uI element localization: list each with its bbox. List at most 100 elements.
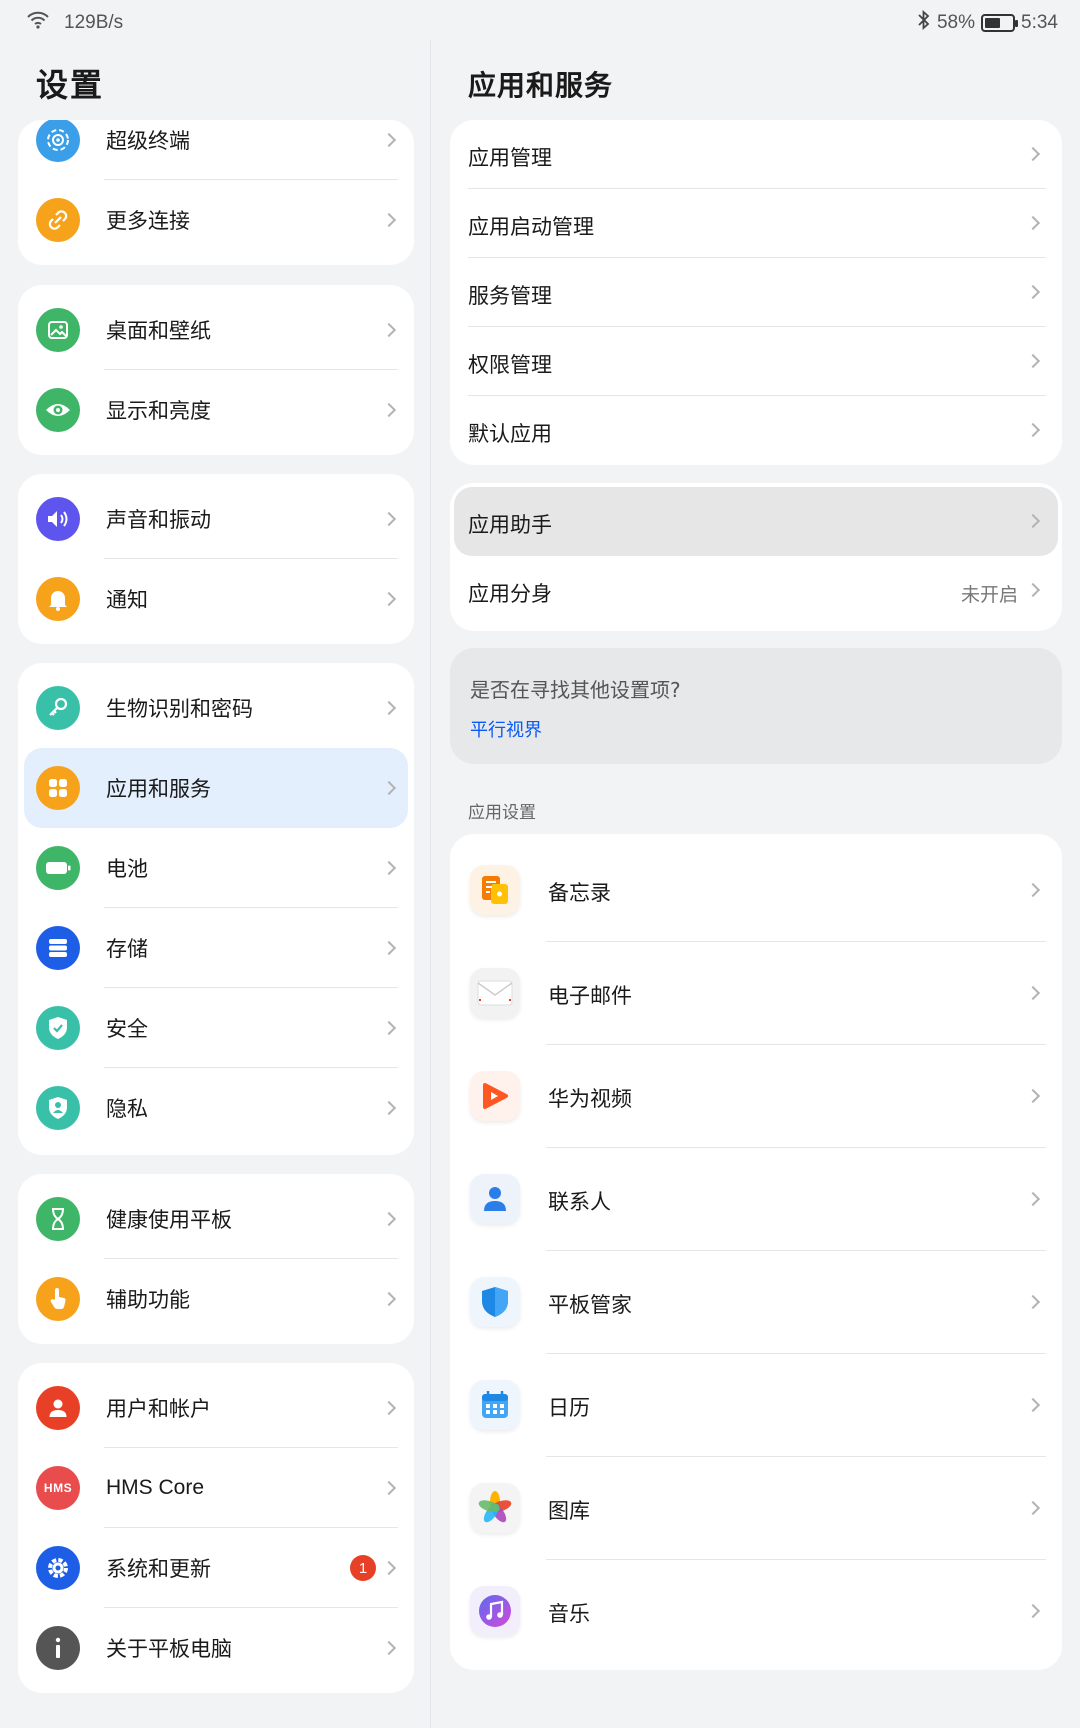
chevron-right-icon — [1025, 215, 1041, 231]
settings-group: 健康使用平板 辅助功能 — [18, 1174, 414, 1344]
speaker-icon — [36, 497, 80, 541]
app-twin-status: 未开启 — [960, 584, 1018, 606]
app-item-label: 联系人 — [548, 1190, 611, 1214]
chevron-right-icon — [381, 1400, 397, 1416]
hand-icon — [36, 1277, 80, 1321]
calendar-icon — [470, 1380, 520, 1430]
sidebar-item-system-update[interactable]: 系统和更新 1 — [18, 1528, 414, 1608]
tablet-manager-icon — [470, 1277, 520, 1327]
sidebar-item-display[interactable]: 显示和亮度 — [18, 370, 414, 450]
menu-item-app-management[interactable]: 应用管理 — [450, 120, 1062, 189]
menu-item-label: 服务管理 — [468, 284, 552, 308]
chevron-right-icon — [381, 1640, 397, 1656]
sidebar-item-sound[interactable]: 声音和振动 — [18, 479, 414, 559]
gallery-icon — [470, 1483, 520, 1533]
app-management-group: 应用管理 应用启动管理 服务管理 权限管理 默认应用 — [450, 120, 1062, 465]
app-item-label: 音乐 — [548, 1602, 590, 1626]
chevron-right-icon — [1025, 422, 1041, 438]
menu-item-service-management[interactable]: 服务管理 — [450, 258, 1062, 327]
chevron-right-icon — [1025, 1294, 1041, 1310]
user-icon — [36, 1386, 80, 1430]
sidebar-item-notifications[interactable]: 通知 — [18, 559, 414, 639]
menu-item-label: 应用管理 — [468, 146, 552, 170]
chevron-right-icon — [381, 700, 397, 716]
sidebar-item-accessibility[interactable]: 辅助功能 — [18, 1259, 414, 1339]
search-suggestion-card: 是否在寻找其他设置项? 平行视界 — [450, 648, 1062, 764]
chevron-right-icon — [381, 591, 397, 607]
sidebar-item-users[interactable]: 用户和帐户 — [18, 1368, 414, 1448]
settings-group: 声音和振动 通知 — [18, 474, 414, 644]
sidebar-item-apps-services[interactable]: 应用和服务 — [24, 748, 408, 828]
sidebar-item-label: 显示和亮度 — [106, 399, 211, 423]
sidebar-item-label: 通知 — [106, 588, 148, 612]
sidebar-item-label: 隐私 — [106, 1097, 148, 1121]
sidebar-item-digital-balance[interactable]: 健康使用平板 — [18, 1179, 414, 1259]
sidebar-item-biometrics[interactable]: 生物识别和密码 — [18, 668, 414, 748]
chevron-right-icon — [1025, 284, 1041, 300]
chevron-right-icon — [381, 1560, 397, 1576]
menu-item-label: 应用分身 — [468, 582, 552, 606]
chevron-right-icon — [381, 1291, 397, 1307]
bluetooth-icon — [917, 9, 931, 36]
notepad-icon — [470, 865, 520, 915]
sidebar-item-more-connections[interactable]: 更多连接 — [18, 180, 414, 260]
sidebar-item-label: 用户和帐户 — [106, 1397, 211, 1421]
sidebar-item-label: 超级终端 — [106, 129, 190, 153]
sidebar-item-label: 安全 — [106, 1017, 148, 1041]
sidebar-item-label: 桌面和壁纸 — [106, 319, 211, 343]
parallel-view-link[interactable]: 平行视界 — [470, 716, 542, 742]
chevron-right-icon — [1025, 513, 1041, 529]
chevron-right-icon — [1025, 353, 1041, 369]
sidebar-item-label: 存储 — [106, 937, 148, 961]
app-item-email[interactable]: 电子邮件 — [450, 942, 1062, 1045]
music-icon — [470, 1586, 520, 1636]
chevron-right-icon — [381, 212, 397, 228]
status-bar: 129B/s 58% 5:34 — [0, 0, 1080, 40]
sidebar-item-about[interactable]: 关于平板电脑 — [18, 1608, 414, 1688]
sidebar-item-privacy[interactable]: 隐私 — [18, 1068, 414, 1148]
sidebar-item-wallpaper[interactable]: 桌面和壁纸 — [18, 290, 414, 370]
menu-item-app-launch[interactable]: 应用启动管理 — [450, 189, 1062, 258]
chevron-right-icon — [1025, 582, 1041, 598]
app-item-label: 华为视频 — [548, 1087, 632, 1111]
settings-group: 超级终端 更多连接 — [18, 120, 414, 265]
chevron-right-icon — [381, 132, 397, 148]
chevron-right-icon — [381, 322, 397, 338]
sidebar-item-security[interactable]: 安全 — [18, 988, 414, 1068]
sidebar-item-label: 更多连接 — [106, 209, 190, 233]
app-item-contacts[interactable]: 联系人 — [450, 1148, 1062, 1251]
section-header: 应用设置 — [468, 803, 536, 823]
menu-item-app-assistant[interactable]: 应用助手 — [454, 487, 1058, 556]
sidebar-item-super-device[interactable]: 超级终端 — [18, 120, 414, 180]
menu-item-label: 默认应用 — [468, 422, 552, 446]
link-icon — [36, 198, 80, 242]
sidebar-item-hms-core[interactable]: HMS HMS Core — [18, 1448, 414, 1528]
sidebar-item-battery[interactable]: 电池 — [18, 828, 414, 908]
super-device-icon — [36, 120, 80, 162]
chevron-right-icon — [1025, 1603, 1041, 1619]
app-item-gallery[interactable]: 图库 — [450, 1457, 1062, 1560]
battery-icon — [36, 846, 80, 890]
chevron-right-icon — [381, 1480, 397, 1496]
app-item-huawei-video[interactable]: 华为视频 — [450, 1045, 1062, 1148]
chevron-right-icon — [1025, 146, 1041, 162]
menu-item-app-twin[interactable]: 应用分身 未开启 — [450, 556, 1062, 625]
app-item-music[interactable]: 音乐 — [450, 1560, 1062, 1663]
menu-item-default-apps[interactable]: 默认应用 — [450, 396, 1062, 465]
info-icon — [36, 1626, 80, 1670]
sidebar-item-label: 健康使用平板 — [106, 1208, 232, 1232]
menu-item-permissions[interactable]: 权限管理 — [450, 327, 1062, 396]
sidebar-item-storage[interactable]: 存储 — [18, 908, 414, 988]
apps-icon — [36, 766, 80, 810]
bell-icon — [36, 577, 80, 621]
app-item-tablet-manager[interactable]: 平板管家 — [450, 1251, 1062, 1354]
suggestion-question: 是否在寻找其他设置项? — [470, 678, 681, 702]
app-item-calendar[interactable]: 日历 — [450, 1354, 1062, 1457]
app-item-label: 平板管家 — [548, 1293, 632, 1317]
app-item-label: 日历 — [548, 1396, 590, 1420]
settings-group: 用户和帐户 HMS HMS Core 系统和更新 1 关于平板电脑 — [18, 1363, 414, 1693]
network-speed: 129B/s — [64, 12, 124, 33]
app-item-notepad[interactable]: 备忘录 — [450, 839, 1062, 942]
app-assistant-group: 应用助手 应用分身 未开启 — [450, 483, 1062, 631]
clock: 5:34 — [1021, 12, 1058, 33]
